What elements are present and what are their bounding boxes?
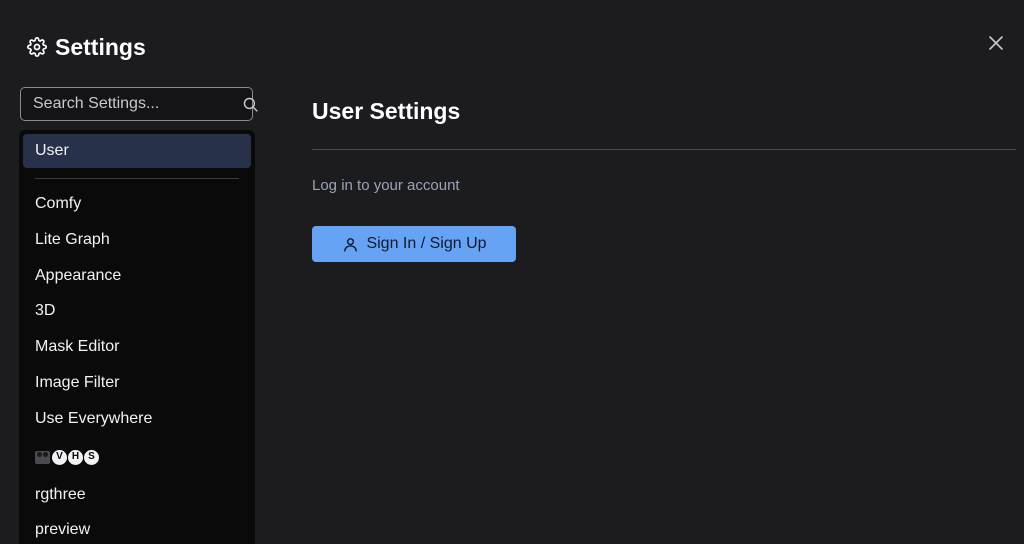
close-button[interactable] — [987, 35, 1005, 55]
settings-sidebar: User Comfy Lite Graph Appearance 3D Mask… — [19, 130, 255, 544]
sidebar-item-label: rgthree — [35, 486, 86, 503]
sign-in-label: Sign In / Sign Up — [366, 235, 487, 252]
search-box — [20, 87, 258, 121]
sidebar-item-mask-editor[interactable]: Mask Editor — [23, 330, 251, 364]
sidebar-item-user[interactable]: User — [23, 134, 251, 168]
film-camera-icon — [35, 450, 50, 464]
sidebar-item-label: 3D — [35, 302, 56, 319]
user-icon — [341, 235, 359, 253]
settings-dialog: Settings User Comfy Lite Graph — [0, 0, 1024, 544]
sidebar-item-3d[interactable]: 3D — [23, 294, 251, 328]
sign-in-button[interactable]: Sign In / Sign Up — [312, 226, 516, 262]
login-prompt: Log in to your account — [312, 177, 460, 194]
sidebar-item-lite-graph[interactable]: Lite Graph — [23, 223, 251, 257]
vhs-label: V H S — [35, 449, 99, 465]
sidebar-item-label: Mask Editor — [35, 338, 120, 355]
main-divider — [312, 149, 1016, 150]
gear-icon — [26, 36, 48, 58]
sidebar-item-label: Appearance — [35, 267, 122, 284]
sidebar-item-label: Use Everywhere — [35, 410, 153, 427]
close-icon — [989, 35, 1003, 55]
sidebar-item-image-filter[interactable]: Image Filter — [23, 366, 251, 400]
sidebar-item-appearance[interactable]: Appearance — [23, 259, 251, 293]
search-input[interactable] — [21, 87, 242, 121]
dialog-title: Settings — [55, 33, 146, 60]
sidebar-item-label: Comfy — [35, 195, 82, 212]
page-title: User Settings — [312, 98, 461, 124]
sidebar-item-label: Lite Graph — [35, 231, 110, 248]
sidebar-item-label: preview — [35, 521, 91, 538]
circled-letter-s: S — [84, 449, 99, 465]
sidebar-divider — [35, 178, 239, 179]
circled-letter-h: H — [68, 449, 83, 465]
dialog-header: Settings — [26, 32, 146, 62]
sidebar-item-label: Image Filter — [35, 374, 120, 391]
circled-letter-v: V — [52, 449, 67, 465]
sidebar-item-preview[interactable]: preview — [23, 513, 251, 544]
sidebar-item-vhs[interactable]: V H S — [23, 440, 251, 474]
sidebar-item-use-everywhere[interactable]: Use Everywhere — [23, 402, 251, 436]
sidebar-item-comfy[interactable]: Comfy — [23, 187, 251, 221]
sidebar-item-label: User — [35, 142, 69, 159]
search-icon[interactable] — [242, 95, 259, 113]
sidebar-item-rgthree[interactable]: rgthree — [23, 478, 251, 512]
